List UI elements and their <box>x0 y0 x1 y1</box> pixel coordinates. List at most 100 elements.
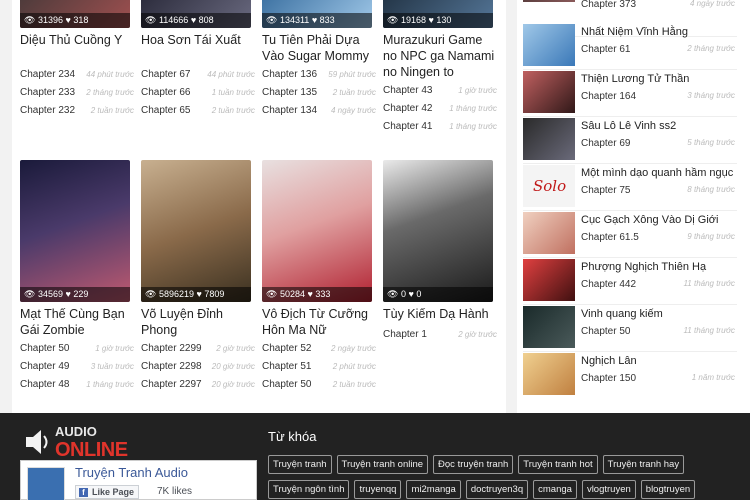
comic-cover[interactable]: 👁 34569 ♥ 229 <box>20 160 130 302</box>
sidebar-time: 1 năm trước <box>691 373 735 382</box>
site-logo[interactable]: AUDIO ONLINE <box>22 423 132 465</box>
chapter-row: Chapter 41 1 tháng trước <box>383 121 497 132</box>
keyword-tag[interactable]: Truyện tranh hay <box>602 455 685 474</box>
facebook-page-avatar[interactable] <box>27 467 65 500</box>
sidebar-title[interactable]: Sâu Lô Lê Vinh ss2 <box>581 120 676 132</box>
comic-stats: 👁 31396 ♥ 318 <box>20 13 130 28</box>
comic-card[interactable]: 👁 31396 ♥ 318 Diệu Thủ Cuồng Y Chapter 2… <box>20 0 134 120</box>
sidebar-chapter[interactable]: Chapter 61.5 <box>581 232 639 243</box>
sidebar-item[interactable]: Sâu Lô Lê Vinh ss2 Chapter 69 5 tháng tr… <box>523 117 737 164</box>
sidebar-chapter[interactable]: Chapter 150 <box>581 373 636 384</box>
sidebar-chapter[interactable]: Chapter 373 <box>581 0 636 10</box>
comic-title[interactable]: Tùy Kiếm Dạ Hành <box>383 306 497 326</box>
comic-stats: 👁 19168 ♥ 130 <box>383 13 493 28</box>
sidebar-item[interactable]: Nghịch Lân Chapter 150 1 năm trước <box>523 352 737 399</box>
keyword-tag[interactable]: Truyện tranh hot <box>518 455 598 474</box>
keyword-tag[interactable]: doctruyen3q <box>465 480 529 499</box>
comic-cover[interactable]: 👁 50284 ♥ 333 <box>262 160 372 302</box>
keyword-tag[interactable]: Truyện ngôn tình <box>268 480 350 499</box>
sidebar-cover[interactable] <box>523 0 575 2</box>
comic-card[interactable]: 👁 5896219 ♥ 7809 Võ Luyện Đỉnh Phong Cha… <box>141 160 255 394</box>
chapter-row: Chapter 50 2 tuần trước <box>262 379 376 390</box>
sidebar-cover[interactable] <box>523 118 575 160</box>
keyword-tag[interactable]: cmanga <box>533 480 577 499</box>
sidebar-chapter[interactable]: Chapter 442 <box>581 279 636 290</box>
keyword-tag[interactable]: Đọc truyện tranh <box>433 455 514 474</box>
chapter-row: Chapter 2297 20 giờ trước <box>141 379 255 390</box>
sidebar-chapter[interactable]: Chapter 164 <box>581 91 636 102</box>
sidebar-title[interactable]: Thiện Lương Tử Thần <box>581 73 689 85</box>
keyword-tag[interactable]: truyenqq <box>354 480 402 499</box>
sidebar-title[interactable]: Một mình dạo quanh hầm ngục <box>581 167 733 179</box>
sidebar-item[interactable]: Solo Một mình dạo quanh hầm ngục Chapter… <box>523 164 737 211</box>
comic-title[interactable]: Tu Tiên Phải Dựa Vào Sugar Mommy <box>262 32 376 66</box>
keyword-tags: Truyện tranh Truyện tranh online Đọc truyệ… <box>268 454 748 500</box>
comic-cover[interactable]: 👁 0 ♥ 0 <box>383 160 493 302</box>
comic-cover[interactable]: 👁 114666 ♥ 808 <box>141 0 251 28</box>
sidebar-chapter[interactable]: Chapter 75 <box>581 185 630 196</box>
sidebar-item[interactable]: Phượng Nghịch Thiên Hạ Chapter 442 11 th… <box>523 258 737 305</box>
comic-title[interactable]: Võ Luyện Đỉnh Phong <box>141 306 255 340</box>
sidebar-cover[interactable] <box>523 71 575 113</box>
keyword-tag[interactable]: Truyện tranh <box>268 455 332 474</box>
facebook-page-name[interactable]: Truyện Tranh Audio <box>75 465 188 480</box>
comic-stats: 👁 0 ♥ 0 <box>383 287 493 302</box>
sidebar-chapter[interactable]: Chapter 69 <box>581 138 630 149</box>
sidebar-title[interactable]: Phượng Nghịch Thiên Hạ <box>581 261 706 273</box>
keyword-tag[interactable]: Truyện tranh online <box>336 455 429 474</box>
sidebar-cover[interactable] <box>523 212 575 254</box>
sidebar-cover[interactable] <box>523 24 575 66</box>
solo-cover-art: Solo <box>533 177 566 195</box>
comic-cover[interactable]: 👁 19168 ♥ 130 <box>383 0 493 28</box>
keyword-tag[interactable]: mi2manga <box>406 480 461 499</box>
sidebar-time: 5 tháng trước <box>687 138 735 147</box>
sidebar-time: 8 tháng trước <box>687 185 735 194</box>
sidebar-title[interactable]: Nghịch Lân <box>581 355 637 367</box>
chapter-row: Chapter 66 1 tuần trước <box>141 87 255 98</box>
sidebar-time: 11 tháng trước <box>683 326 735 335</box>
comic-cover[interactable]: 👁 5896219 ♥ 7809 <box>141 160 251 302</box>
chapter-row: Chapter 233 2 tháng trước <box>20 87 134 98</box>
sidebar-time: 11 tháng trước <box>683 279 735 288</box>
svg-text:Solo: Solo <box>533 177 566 195</box>
comic-title[interactable]: Diệu Thủ Cuồng Y <box>20 32 134 66</box>
comic-grid: 👁 31396 ♥ 318 Diệu Thủ Cuồng Y Chapter 2… <box>12 0 506 413</box>
sidebar-item[interactable]: Cục Gạch Xông Vào Dị Giới Chapter 61.5 9… <box>523 211 737 258</box>
facebook-like-button[interactable]: f Like Page <box>75 485 140 499</box>
comic-card[interactable]: 👁 19168 ♥ 130 Murazukuri Game no NPC ga … <box>383 0 497 136</box>
comic-title[interactable]: Mạt Thế Cùng Bạn Gái Zombie <box>20 306 134 340</box>
chapter-row: Chapter 65 2 tuần trước <box>141 105 255 116</box>
comic-card[interactable]: 👁 34569 ♥ 229 Mạt Thế Cùng Bạn Gái Zombi… <box>20 160 134 394</box>
comic-title[interactable]: Vô Địch Từ Cưỡng Hôn Ma Nữ <box>262 306 376 340</box>
sidebar-cover[interactable]: Solo <box>523 165 575 207</box>
keyword-tag[interactable]: vlogtruyen <box>581 480 636 499</box>
speaker-icon <box>26 430 48 454</box>
comic-card[interactable]: 👁 134311 ♥ 833 Tu Tiên Phải Dựa Vào Suga… <box>262 0 376 120</box>
sidebar-chapter[interactable]: Chapter 61 <box>581 44 630 55</box>
comic-title[interactable]: Murazukuri Game no NPC ga Namami no Ning… <box>383 32 497 82</box>
comic-card[interactable]: 👁 114666 ♥ 808 Hoa Sơn Tái Xuất Chapter … <box>141 0 255 120</box>
sidebar-cover[interactable] <box>523 353 575 395</box>
sidebar-item[interactable]: Nhất Niệm Vĩnh Hằng Chapter 61 2 tháng t… <box>523 23 737 70</box>
logo-text-bottom: ONLINE <box>55 439 128 461</box>
facebook-like-count: 7K likes <box>157 486 193 497</box>
chapter-row: Chapter 50 1 giờ trước <box>20 343 134 354</box>
comic-card[interactable]: 👁 0 ♥ 0 Tùy Kiếm Dạ Hành Chapter 12 giờ … <box>383 160 497 344</box>
sidebar-cover[interactable] <box>523 306 575 348</box>
sidebar-title[interactable]: Nhất Niệm Vĩnh Hằng <box>581 26 688 38</box>
comic-title[interactable]: Hoa Sơn Tái Xuất <box>141 32 255 66</box>
keyword-tag[interactable]: blogtruyen <box>640 480 696 499</box>
comic-stats: 👁 5896219 ♥ 7809 <box>141 287 251 302</box>
comic-cover[interactable]: 👁 134311 ♥ 833 <box>262 0 372 28</box>
chapter-row: Chapter 136 59 phút trước <box>262 69 376 80</box>
sidebar-chapter[interactable]: Chapter 50 <box>581 326 630 337</box>
site-footer: AUDIO ONLINE Truyện Tranh Audio f Like P… <box>0 413 750 500</box>
sidebar-item[interactable]: Thiện Lương Tử Thần Chapter 164 3 tháng … <box>523 70 737 117</box>
comic-card[interactable]: 👁 50284 ♥ 333 Vô Địch Từ Cưỡng Hôn Ma Nữ… <box>262 160 376 394</box>
sidebar-item[interactable]: Vinh quang kiếm Chapter 50 11 tháng trướ… <box>523 305 737 352</box>
logo-text-top: AUDIO <box>55 424 97 439</box>
sidebar-title[interactable]: Vinh quang kiếm <box>581 308 663 320</box>
sidebar-title[interactable]: Cục Gạch Xông Vào Dị Giới <box>581 214 718 226</box>
sidebar-cover[interactable] <box>523 259 575 301</box>
comic-cover[interactable]: 👁 31396 ♥ 318 <box>20 0 130 28</box>
